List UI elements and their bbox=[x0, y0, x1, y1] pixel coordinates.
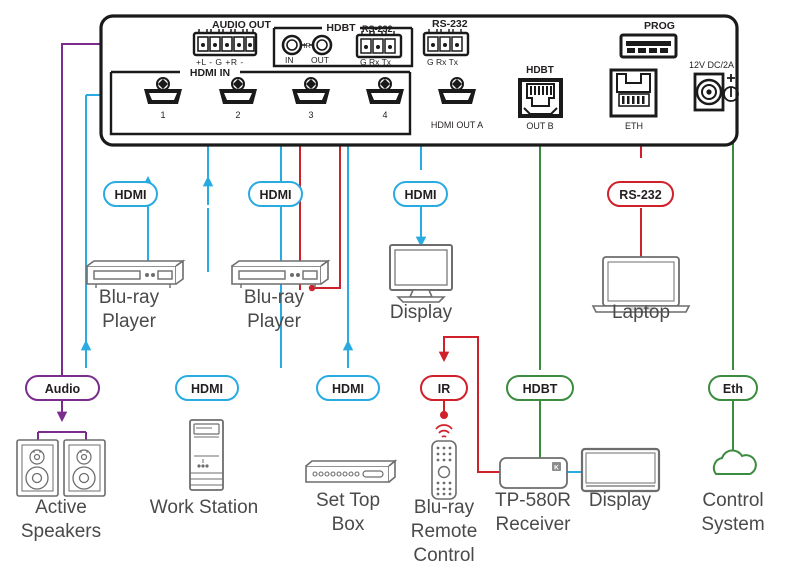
device-layer-bottom: Active Speakers Work Station Set Top Box… bbox=[16, 419, 765, 566]
device-work-station bbox=[189, 419, 224, 491]
device-bluray-2-label-2: Player bbox=[247, 311, 302, 332]
hdmi-out-a-label: HDMI OUT A bbox=[431, 120, 483, 130]
device-set-top-box bbox=[305, 459, 398, 483]
tag-rs232-laptop: RS-232 bbox=[607, 181, 674, 207]
device-display-bottom-label: Display bbox=[589, 490, 652, 511]
eth-label: ETH bbox=[625, 121, 643, 131]
device-bluray-1-label-1: Blu-ray bbox=[99, 287, 160, 308]
device-remote-label-2: Remote bbox=[411, 521, 478, 542]
tag-hdmi-bluray1-label: HDMI bbox=[115, 188, 147, 202]
tag-eth-control-label: Eth bbox=[723, 382, 743, 396]
tag-ir-remote: IR bbox=[420, 375, 468, 401]
ir-out-jack[interactable] bbox=[311, 34, 333, 56]
device-display-top bbox=[389, 244, 453, 303]
ir-label: IR bbox=[303, 41, 311, 50]
hdbt-rs232-terminal[interactable] bbox=[355, 31, 403, 59]
device-control-system-label-2: System bbox=[701, 514, 764, 535]
tag-hdbt-receiver: HDBT bbox=[506, 375, 574, 401]
tag-hdmi-display-label: HDMI bbox=[405, 188, 437, 202]
device-layer-top: Blu-ray Player Blu-ray Player Display La… bbox=[86, 244, 691, 332]
tag-hdmi-workstation-label: HDMI bbox=[191, 382, 223, 396]
device-settop-label-2: Box bbox=[332, 514, 365, 535]
tag-hdmi-bluray2-label: HDMI bbox=[260, 188, 292, 202]
hdmi-port-3-label: 3 bbox=[308, 110, 313, 120]
device-laptop-label: Laptop bbox=[612, 302, 670, 323]
tag-hdmi-settop: HDMI bbox=[316, 375, 380, 401]
rs232-main-terminal[interactable] bbox=[422, 29, 470, 57]
device-rear-panel: AUDIO OUT +L - G +R - HDBT IR IN OUT RS-… bbox=[99, 14, 739, 147]
hdbt-outb-title: HDBT bbox=[526, 65, 554, 76]
device-tp580r-label-1: TP-580R bbox=[495, 490, 571, 511]
device-remote-label-1: Blu-ray bbox=[414, 497, 475, 518]
hdbt-out-b-port[interactable] bbox=[518, 78, 563, 118]
device-tp580r-receiver: K bbox=[499, 457, 568, 489]
hdbt-outb-label: OUT B bbox=[526, 121, 553, 131]
device-bluray-player-2 bbox=[231, 259, 331, 288]
audio-out-terminal-block[interactable] bbox=[192, 29, 258, 57]
rs232-main-title: RS-232 bbox=[432, 18, 468, 30]
tag-audio-speakers: Audio bbox=[25, 375, 100, 401]
device-active-speakers bbox=[16, 439, 106, 497]
prog-title: PROG bbox=[644, 20, 675, 32]
device-tp580r-label-2: Receiver bbox=[496, 514, 572, 535]
hdbt-rs232-pins: G Rx Tx bbox=[360, 57, 392, 67]
device-bluray-2-label-1: Blu-ray bbox=[244, 287, 305, 308]
hdmi-port-1-label: 1 bbox=[160, 110, 165, 120]
hdbt-group-title: HDBT bbox=[326, 22, 356, 34]
tag-hdmi-display: HDMI bbox=[393, 181, 448, 207]
device-remote-label-3: Control bbox=[413, 545, 474, 566]
hdmi-in-title: HDMI IN bbox=[190, 67, 230, 79]
tag-eth-control: Eth bbox=[708, 375, 758, 401]
diagram-canvas: AUDIO OUT +L - G +R - HDBT IR IN OUT RS-… bbox=[0, 0, 800, 579]
ir-in-jack[interactable] bbox=[281, 34, 303, 56]
tag-ir-remote-label: IR bbox=[438, 382, 451, 396]
power-label: 12V DC/2A bbox=[689, 60, 734, 70]
ir-emitter-dot bbox=[440, 411, 448, 419]
audio-out-pin-labels: +L - G +R - bbox=[196, 57, 244, 67]
ir-out-label: OUT bbox=[311, 55, 329, 65]
tag-hdmi-bluray2: HDMI bbox=[248, 181, 303, 207]
hdmi-port-2-label: 2 bbox=[235, 110, 240, 120]
audio-out-title: AUDIO OUT bbox=[212, 19, 272, 31]
connection-diagram-svg: AUDIO OUT +L - G +R - HDBT IR IN OUT RS-… bbox=[16, 14, 765, 566]
prog-usb-port[interactable] bbox=[619, 33, 678, 59]
tag-hdmi-settop-label: HDMI bbox=[332, 382, 364, 396]
device-workstation-label: Work Station bbox=[150, 497, 258, 518]
device-display-top-label: Display bbox=[390, 302, 453, 323]
device-settop-label-1: Set Top bbox=[316, 490, 380, 511]
device-control-system-label-1: Control bbox=[702, 490, 763, 511]
ir-in-label: IN bbox=[285, 55, 294, 65]
tag-hdbt-receiver-label: HDBT bbox=[523, 382, 558, 396]
tp580r-brand-badge: K bbox=[554, 465, 559, 472]
device-speakers-label-1: Active bbox=[35, 497, 87, 518]
tag-audio-speakers-label: Audio bbox=[45, 382, 81, 396]
hdmi-port-4-label: 4 bbox=[382, 110, 387, 120]
device-bluray-player-1 bbox=[86, 259, 186, 288]
tag-hdmi-bluray1: HDMI bbox=[103, 181, 158, 207]
device-speakers-label-2: Speakers bbox=[21, 521, 101, 542]
device-control-system bbox=[712, 449, 757, 475]
device-bluray-1-label-2: Player bbox=[102, 311, 157, 332]
device-display-bottom bbox=[580, 447, 661, 493]
device-bluray-remote bbox=[431, 424, 457, 500]
rs232-main-pins: G Rx Tx bbox=[427, 57, 459, 67]
ir-bluray2-dot bbox=[308, 284, 316, 292]
tag-hdmi-workstation: HDMI bbox=[175, 375, 239, 401]
ir-waves-icon bbox=[435, 424, 453, 438]
tag-rs232-laptop-label: RS-232 bbox=[619, 188, 661, 202]
hdbt-rs232-title: RS-232 bbox=[362, 24, 393, 34]
